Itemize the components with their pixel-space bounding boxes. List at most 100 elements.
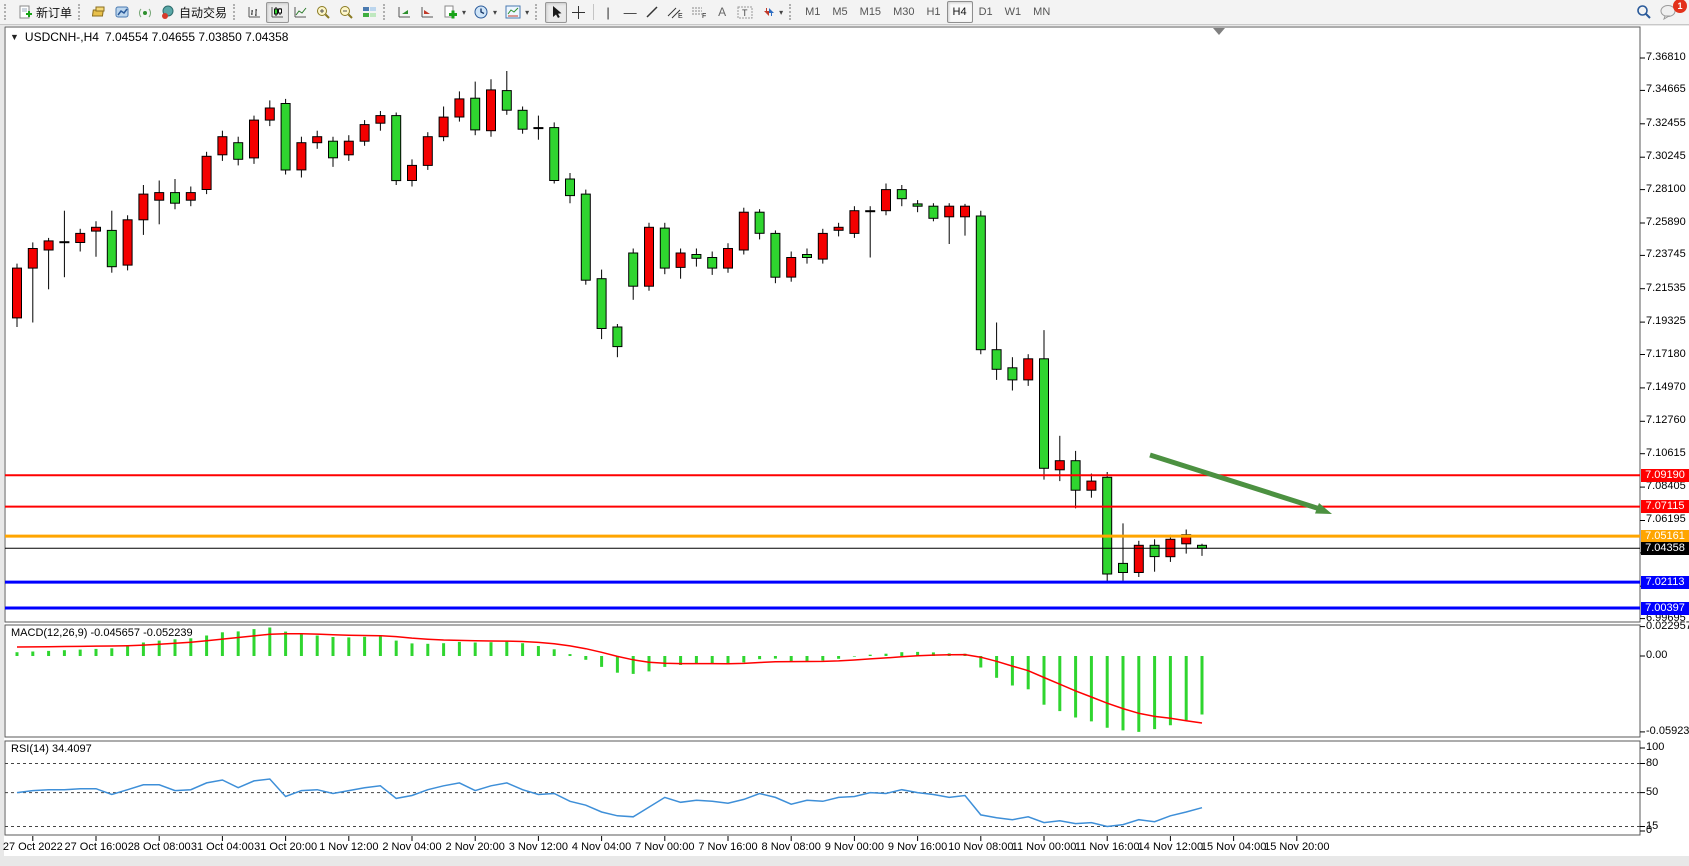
equidistant-channel-button[interactable]: E [663, 2, 687, 23]
mt4-window: { "toolbar": { "new_order_label": "新订单",… [0, 0, 1689, 866]
toolbar-grip[interactable] [789, 4, 795, 20]
crosshair-icon [571, 5, 586, 20]
time-axis-label: 10 Nov 08:00 [948, 841, 1013, 853]
dropdown-caret-icon: ▾ [493, 8, 497, 17]
tile-windows-button[interactable] [358, 2, 381, 23]
cursor-icon [550, 5, 563, 19]
tf-mn-button[interactable]: MN [1027, 1, 1056, 23]
time-axis-label: 11 Nov 00:00 [1012, 841, 1077, 853]
periods-button[interactable]: ▾ [470, 2, 501, 23]
fibonacci-button[interactable]: F [687, 2, 711, 23]
dropdown-caret-icon: ▾ [525, 8, 529, 17]
profile-next-button[interactable] [393, 2, 416, 23]
rsi-axis-label: 0 [1646, 824, 1652, 836]
macd-indicator-label: MACD(12,26,9) -0.045657 -0.052239 [11, 627, 193, 639]
new-order-button[interactable]: 新订单 [14, 2, 76, 23]
tf-m15-button[interactable]: M15 [854, 1, 887, 23]
dropdown-caret-icon: ▾ [779, 8, 783, 17]
time-axis-label: 27 Oct 2022 [3, 841, 63, 853]
time-axis-label: 7 Nov 16:00 [698, 841, 757, 853]
price-level-label: 7.02113 [1641, 576, 1689, 589]
price-axis-label: 7.12760 [1646, 414, 1686, 426]
macd-axis-label: 0.022957 [1646, 620, 1689, 632]
price-level-label: 7.07115 [1641, 500, 1689, 513]
text-button[interactable]: A [711, 2, 733, 23]
zoom-in-button[interactable] [312, 2, 335, 23]
zoom-in-icon [316, 5, 331, 20]
text-label-button[interactable]: T [733, 2, 757, 23]
toolbar-grip[interactable] [4, 4, 10, 20]
vertical-line-button[interactable]: | [597, 2, 619, 23]
macd-signal-value: -0.052239 [143, 627, 193, 639]
chart-window-button[interactable] [111, 2, 134, 23]
toolbar-grip[interactable] [535, 4, 541, 20]
arrows-button[interactable]: ▾ [757, 2, 787, 23]
price-axis-label: 7.19325 [1646, 315, 1686, 327]
new-order-label: 新订单 [36, 4, 72, 21]
chat-button[interactable]: 1 [1656, 2, 1681, 23]
macd-axis-label: -0.059235 [1646, 725, 1689, 737]
cursor-button[interactable] [545, 2, 567, 23]
rsi-axis-label: 50 [1646, 786, 1658, 798]
signal-button[interactable] [134, 2, 157, 23]
auto-trading-icon [161, 5, 176, 19]
macd-name: MACD(12,26,9) [11, 627, 87, 639]
profile-prev-icon [420, 5, 435, 19]
market-watch-icon [92, 5, 107, 19]
search-icon [1636, 4, 1652, 20]
price-axis-label: 7.28100 [1646, 183, 1686, 195]
notification-badge: 1 [1673, 0, 1687, 13]
tf-w1-button[interactable]: W1 [999, 1, 1028, 23]
line-chart-icon [293, 5, 308, 19]
price-axis-label: 7.36810 [1646, 51, 1686, 63]
signal-icon [138, 5, 153, 19]
toolbar-grip[interactable] [233, 4, 239, 20]
bar-chart-button[interactable] [243, 2, 266, 23]
auto-trading-button[interactable]: 自动交易 [157, 2, 231, 23]
rsi-value: 34.4097 [52, 743, 92, 755]
auto-trading-label: 自动交易 [179, 4, 227, 21]
tf-h1-button[interactable]: H1 [920, 1, 946, 23]
time-axis-label: 4 Nov 04:00 [572, 841, 631, 853]
tf-h4-button[interactable]: H4 [947, 1, 973, 23]
rsi-axis-label: 80 [1646, 757, 1658, 769]
toolbar-grip[interactable] [383, 4, 389, 20]
vertical-line-icon: | [606, 6, 609, 19]
time-axis-label: 8 Nov 08:00 [762, 841, 821, 853]
time-axis-label: 3 Nov 12:00 [509, 841, 568, 853]
tf-d1-button[interactable]: D1 [973, 1, 999, 23]
horizontal-line-button[interactable]: — [619, 2, 641, 23]
rsi-axis-label: 100 [1646, 741, 1664, 753]
chart-title: ▼ USDCNH-,H4 7.04554 7.04655 7.03850 7.0… [10, 30, 288, 44]
bar-chart-icon [247, 5, 262, 19]
time-axis-label: 31 Oct 04:00 [191, 841, 254, 853]
chart-ohlc-readout: 7.04554 7.04655 7.03850 7.04358 [105, 30, 289, 44]
market-watch-button[interactable] [88, 2, 111, 23]
price-level-label: 7.05161 [1641, 530, 1689, 543]
chart-symbol-period: USDCNH-,H4 [25, 30, 99, 44]
line-chart-button[interactable] [289, 2, 312, 23]
text-label-icon: T [737, 5, 753, 19]
profile-prev-button[interactable] [416, 2, 439, 23]
zoom-out-button[interactable] [335, 2, 358, 23]
tf-m30-button[interactable]: M30 [887, 1, 920, 23]
svg-text:T: T [742, 8, 748, 18]
trendline-button[interactable] [641, 2, 663, 23]
tf-m1-button[interactable]: M1 [799, 1, 826, 23]
time-axis-label: 2 Nov 20:00 [446, 841, 505, 853]
toolbar-separator [593, 4, 594, 20]
toolbar-grip[interactable] [78, 4, 84, 20]
price-axis-label: 7.23745 [1646, 248, 1686, 260]
tf-m5-button[interactable]: M5 [826, 1, 853, 23]
collapse-arrow-icon[interactable]: ▼ [10, 32, 19, 42]
crosshair-button[interactable] [567, 2, 590, 23]
chart-window-icon [115, 5, 130, 19]
search-button[interactable] [1632, 2, 1656, 23]
candle-chart-button[interactable] [266, 2, 289, 23]
svg-text:F: F [702, 13, 706, 19]
indicators-add-button[interactable]: ▾ [439, 2, 470, 23]
time-axis-label: 2 Nov 04:00 [382, 841, 441, 853]
price-axis-label: 7.10615 [1646, 447, 1686, 459]
templates-button[interactable]: ▾ [501, 2, 533, 23]
chart-canvas[interactable] [0, 0, 1689, 866]
